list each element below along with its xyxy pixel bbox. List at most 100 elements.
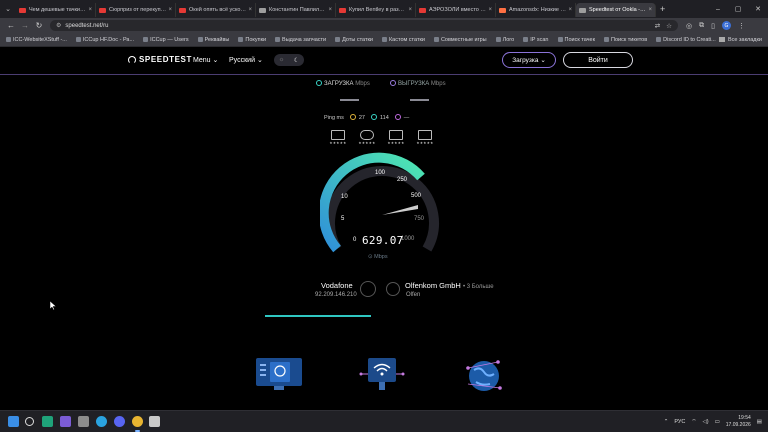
close-tab-icon[interactable]: × [568, 7, 572, 13]
back-button[interactable]: ← [4, 21, 18, 30]
edge-icon[interactable] [42, 416, 53, 427]
wifi-router-illustration [359, 358, 405, 390]
bookmark-item[interactable]: IP scan [523, 37, 549, 43]
upload-app-button[interactable]: Загрузка ⌄ [502, 52, 556, 68]
language-select[interactable]: Русский ⌄ [229, 56, 263, 64]
speedtest-logo[interactable]: SPEEDTEST [128, 55, 192, 64]
bookmark-label: Доты статки [342, 36, 373, 43]
bookmark-item[interactable]: ICC-WebsiteXStuff -... [6, 37, 67, 43]
usecase-video-call[interactable]: ★★★★★ [416, 130, 433, 146]
start-button[interactable] [8, 416, 19, 427]
bookmark-label: Кастом статки [388, 36, 425, 43]
bookmark-item[interactable]: Discord ID to Creati... [656, 37, 716, 43]
profile-avatar[interactable]: G [721, 21, 731, 30]
browser-tab[interactable]: Speedtest от Ookla - Гло...× [576, 3, 656, 17]
site-info-icon[interactable]: ⚙ [56, 22, 61, 29]
wifi-icon[interactable]: ⌔ [691, 418, 696, 425]
search-icon[interactable] [25, 417, 34, 426]
browser-tab[interactable]: Константин Павлилито... × [256, 3, 336, 17]
upload-arrow-icon [390, 80, 396, 86]
bookmark-item[interactable]: ICCup — Users [143, 37, 189, 43]
translate-icon[interactable]: ⇄ [655, 22, 660, 30]
browser-tab[interactable]: Сюрприз от перекупа! №...× [96, 3, 176, 17]
bookmark-label: ICCup — Users [150, 36, 189, 43]
download-arrow-icon [316, 80, 322, 86]
bookmark-item[interactable]: Доты статки [335, 37, 373, 43]
clock-date: 17.09.2026 [725, 421, 751, 428]
language-indicator[interactable]: РУС [674, 419, 685, 425]
battery-icon[interactable]: ▭ [715, 419, 720, 425]
usecase-gaming[interactable]: ★★★★★ [358, 130, 376, 146]
isp-ip: 92.209.146.210 [315, 292, 357, 298]
current-speed-unit: ⊙ Mbps [368, 254, 388, 260]
volume-icon[interactable]: ◁) [703, 419, 709, 425]
menu-label: Menu [193, 57, 211, 64]
theme-toggle[interactable]: ☼ ☾ [274, 54, 304, 66]
close-tab-icon[interactable]: × [648, 7, 652, 13]
bookmark-item[interactable]: Поиск тикетов [604, 37, 647, 43]
usecase-stars: ★★★★★ [358, 141, 376, 145]
reload-button[interactable]: ↻ [32, 21, 46, 30]
browser-tab[interactable]: Чем дешевые тачки - те...× [16, 3, 96, 17]
browser-menu-icon[interactable]: ⋮ [738, 22, 745, 30]
browser-tab[interactable]: Окей опять всё ускоени...× [176, 3, 256, 17]
bookmark-item[interactable]: Кастом статки [381, 36, 425, 43]
bookmark-item[interactable]: ICCup HF.Doc - Ра... [75, 37, 134, 43]
bookmark-item[interactable]: Лого [495, 37, 514, 43]
bookmark-item[interactable]: Покупки [238, 37, 266, 43]
browser-tab[interactable]: Купил Bentley в разводе...× [336, 3, 416, 17]
discord-icon[interactable] [114, 416, 125, 427]
close-tab-icon[interactable]: × [328, 7, 332, 13]
notifications-icon[interactable]: ▤ [757, 419, 762, 425]
speedtest-logo-icon [128, 55, 136, 64]
browser-tab[interactable]: АЭРОЗОЛИ вместо бен...× [416, 3, 496, 17]
chrome-icon[interactable] [132, 416, 143, 432]
upload-app-label: Загрузка [512, 56, 539, 64]
all-bookmarks-label: Все закладки [727, 36, 762, 43]
maximize-button[interactable]: ▢ [728, 5, 748, 13]
browser-tab[interactable]: Amazonsdx: Низкие цен...× [496, 3, 576, 17]
server-name[interactable]: Olfenkom GmbH • 3 Больше [405, 281, 494, 290]
telegram-icon[interactable] [96, 416, 107, 427]
usecase-browsing[interactable]: ★★★★★ [329, 130, 346, 146]
close-window-button[interactable]: ✕ [748, 5, 768, 13]
ping-row: Ping ms 27 114 — [324, 114, 409, 121]
chevron-down-icon: ⌄ [256, 57, 263, 64]
close-tab-icon[interactable]: × [168, 7, 172, 13]
all-bookmarks-button[interactable]: Все закладки [718, 36, 762, 43]
minimize-button[interactable]: – [708, 6, 728, 13]
usecase-streaming[interactable]: ★★★★★ [387, 130, 404, 146]
menu-button[interactable]: Menu ⌄ [193, 56, 218, 64]
test-progress-line [265, 315, 371, 317]
sidepanel-icon[interactable]: ▯ [711, 22, 715, 30]
close-tab-icon[interactable]: × [88, 7, 92, 13]
bookmark-item[interactable]: Реквайвы [197, 37, 229, 43]
new-tab-button[interactable]: + [660, 4, 665, 14]
chevron-up-icon[interactable]: ⌃ [664, 419, 669, 425]
close-tab-icon[interactable]: × [248, 7, 252, 13]
close-tab-icon[interactable]: × [488, 7, 492, 13]
close-tab-icon[interactable]: × [408, 7, 412, 13]
extensions-puzzle-icon[interactable]: ⧉ [699, 22, 704, 30]
speedtest-header: SPEEDTEST Menu ⌄ Русский ⌄ ☼ ☾ Загрузка … [0, 47, 768, 75]
login-button[interactable]: Войти [563, 52, 633, 68]
globe-icon [386, 282, 400, 296]
extension-icon[interactable]: ◎ [686, 22, 692, 30]
tab-search-icon[interactable]: ⌄ [0, 0, 16, 18]
bookmark-item[interactable]: Совместные игры [433, 37, 487, 43]
bookmark-star-icon[interactable]: ☆ [666, 22, 672, 30]
app-icon[interactable] [78, 416, 89, 427]
ping-label: Ping ms [324, 114, 344, 121]
logo-text: SPEEDTEST [139, 55, 192, 64]
notepad-icon[interactable] [149, 416, 160, 427]
tab-favicon-icon [99, 7, 106, 13]
speedtest-desktop-illustration [256, 358, 302, 390]
change-server-link[interactable]: • 3 Больше [463, 284, 494, 290]
bookmark-item[interactable]: Поиск тачек [557, 37, 595, 43]
url-input[interactable]: ⚙ speedtest.net/ru ⇄ ☆ [50, 20, 678, 31]
forward-button[interactable]: → [18, 21, 32, 30]
clock[interactable]: 19:54 17.09.2026 [726, 415, 751, 428]
ping-download-icon [371, 114, 377, 120]
bookmark-item[interactable]: Выдача запчасти [275, 37, 326, 43]
teams-icon[interactable] [60, 416, 71, 427]
